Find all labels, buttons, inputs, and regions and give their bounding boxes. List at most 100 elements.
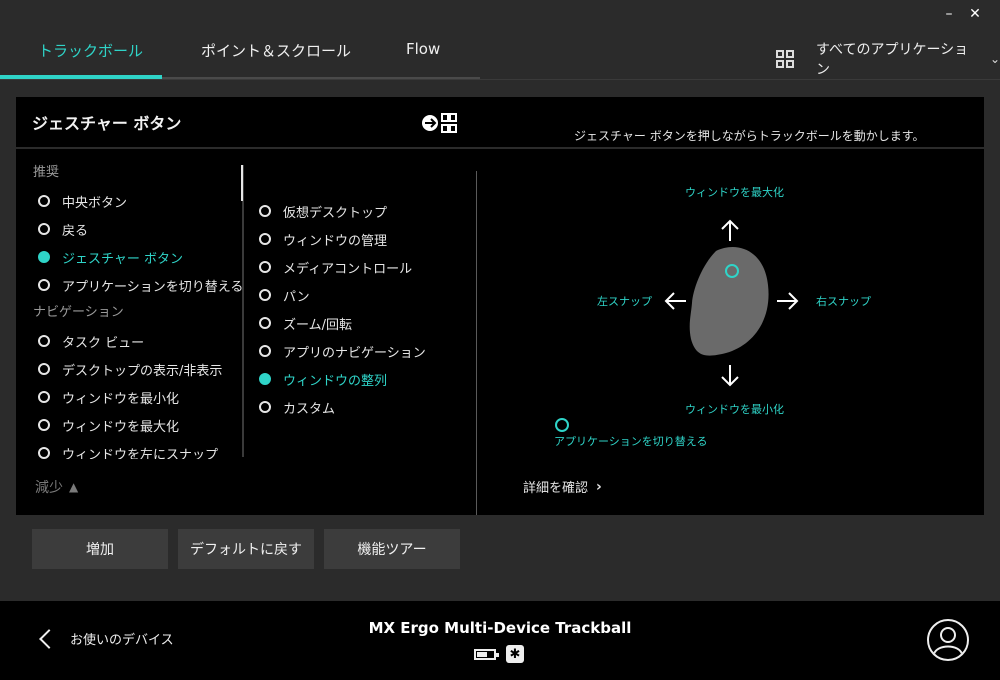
radio-icon [38, 447, 50, 459]
section-navigation: ナビゲーション [33, 305, 124, 320]
option-media-control[interactable]: メディアコントロール [253, 253, 473, 281]
restore-defaults-button[interactable]: デフォルトに戻す [178, 529, 314, 569]
radio-icon [259, 317, 271, 329]
radio-icon [38, 391, 50, 403]
chevron-down-icon: ⌄ [989, 52, 1000, 66]
panel-header: ジェスチャー ボタン ジェスチャー ボタンを押しながらトラックボールを動かします… [16, 97, 984, 149]
radio-icon [38, 419, 50, 431]
option-minimize-window[interactable]: ウィンドウを最小化 [32, 383, 242, 411]
title-bar: – ✕ [0, 0, 1000, 28]
radio-icon [38, 279, 50, 291]
feature-tour-button[interactable]: 機能ツアー [324, 529, 460, 569]
radio-icon [38, 363, 50, 375]
option-label: ジェスチャー ボタン [62, 251, 184, 267]
trackball-shape [689, 247, 769, 356]
option-back[interactable]: 戻る [32, 215, 242, 243]
radio-icon [259, 289, 271, 301]
arrow-left-icon [664, 292, 686, 310]
option-label: メディアコントロール [283, 261, 413, 277]
application-selector-label: すべてのアプリケーション [816, 42, 969, 78]
battery-level-fill [477, 651, 487, 657]
tab-point-scroll[interactable]: ポイント＆スクロール [201, 40, 351, 61]
action-list-primary: 推奨 中央ボタン 戻る ジェスチャー ボタン アプリケーションを切り替える ナビ… [32, 159, 242, 459]
option-label: アプリケーションを切り替える [62, 279, 242, 295]
account-avatar-button[interactable] [927, 619, 969, 661]
option-middle-button[interactable]: 中央ボタン [32, 187, 242, 215]
option-label: パン [283, 289, 310, 305]
option-label: ズーム/回転 [283, 317, 352, 333]
radio-selected-icon [259, 373, 271, 385]
radio-icon [259, 233, 271, 245]
option-label: ウィンドウを最大化 [62, 419, 180, 435]
option-custom[interactable]: カスタム [253, 393, 473, 421]
application-selector[interactable]: すべてのアプリケーション ⌄ [776, 42, 1000, 78]
tab-trackball[interactable]: トラックボール [38, 40, 143, 61]
list-scrollbar-thumb[interactable] [241, 165, 243, 201]
option-label: タスク ビュー [62, 335, 145, 351]
collapse-label: 減少 [35, 480, 63, 496]
active-tab-indicator [0, 75, 162, 79]
unifying-receiver-icon: ✱ [506, 645, 524, 663]
option-gesture-button[interactable]: ジェスチャー ボタン [32, 243, 242, 271]
learn-more-link[interactable]: 詳細を確認 › [523, 477, 602, 497]
option-snap-left[interactable]: ウィンドウを左にスナップ [32, 439, 242, 459]
option-switch-application[interactable]: アプリケーションを切り替える [32, 271, 242, 299]
footer-bar: お使いのデバイス MX Ergo Multi-Device Trackball … [0, 601, 1000, 680]
option-pan[interactable]: パン [253, 281, 473, 309]
list-scrollbar-track[interactable] [242, 165, 244, 457]
gesture-button-panel: ジェスチャー ボタン ジェスチャー ボタンを押しながらトラックボールを動かします… [16, 97, 984, 515]
radio-icon [38, 195, 50, 207]
chevron-right-icon: › [596, 478, 602, 495]
panel-hint: ジェスチャー ボタンを押しながらトラックボールを動かします。 [574, 129, 925, 143]
device-status: ✱ [474, 645, 524, 663]
close-button[interactable]: ✕ [964, 4, 986, 24]
minimize-button[interactable]: – [938, 4, 960, 24]
option-label: デスクトップの表示/非表示 [62, 363, 223, 379]
grid-icon [776, 50, 794, 68]
option-label: アプリのナビゲーション [283, 345, 426, 361]
option-label: ウィンドウの整列 [283, 373, 388, 389]
option-label: ウィンドウを左にスナップ [62, 447, 219, 460]
device-name: MX Ergo Multi-Device Trackball [368, 619, 632, 637]
click-marker [555, 418, 569, 432]
radio-icon [259, 345, 271, 357]
option-label: 仮想デスクトップ [283, 205, 388, 221]
arrow-down-icon [721, 365, 739, 387]
panel-title: ジェスチャー ボタン [32, 114, 182, 133]
learn-more-label: 詳細を確認 [523, 481, 589, 496]
option-maximize-window[interactable]: ウィンドウを最大化 [32, 411, 242, 439]
add-button[interactable]: 増加 [32, 529, 168, 569]
option-zoom-rotate[interactable]: ズーム/回転 [253, 309, 473, 337]
collapse-button[interactable]: 減少 ▲ [35, 477, 78, 497]
gesture-diagram [555, 219, 799, 432]
option-task-view[interactable]: タスク ビュー [32, 327, 242, 355]
gesture-button-icon [422, 113, 457, 133]
section-recommended: 推奨 [33, 165, 60, 180]
user-icon [933, 627, 963, 655]
option-label: 中央ボタン [62, 195, 128, 211]
option-app-navigation[interactable]: アプリのナビゲーション [253, 337, 473, 365]
radio-icon [259, 401, 271, 413]
option-show-desktop[interactable]: デスクトップの表示/非表示 [32, 355, 242, 383]
option-virtual-desktop[interactable]: 仮想デスクトップ [253, 197, 473, 225]
gesture-up-label: ウィンドウを最大化 [685, 186, 784, 199]
option-window-arrangement[interactable]: ウィンドウの整列 [253, 365, 473, 393]
radio-icon [259, 205, 271, 217]
arrow-up-icon [721, 219, 739, 241]
battery-icon [474, 648, 499, 660]
radio-selected-icon [38, 251, 50, 263]
chevron-up-icon: ▲ [69, 480, 79, 494]
tab-bar: トラックボール ポイント＆スクロール Flow すべてのアプリケーション ⌄ [0, 28, 1000, 80]
option-label: ウィンドウの管理 [283, 233, 388, 249]
option-label: ウィンドウを最小化 [62, 391, 180, 407]
option-window-management[interactable]: ウィンドウの管理 [253, 225, 473, 253]
radio-icon [259, 261, 271, 273]
radio-icon [38, 335, 50, 347]
option-label: カスタム [283, 401, 336, 417]
action-list-secondary: 仮想デスクトップ ウィンドウの管理 メディアコントロール パン ズーム/回転 ア… [253, 197, 473, 421]
tab-flow[interactable]: Flow [406, 40, 440, 58]
arrow-right-icon [777, 292, 799, 310]
radio-icon [38, 223, 50, 235]
panel-divider [476, 171, 477, 515]
option-label: 戻る [62, 223, 89, 239]
